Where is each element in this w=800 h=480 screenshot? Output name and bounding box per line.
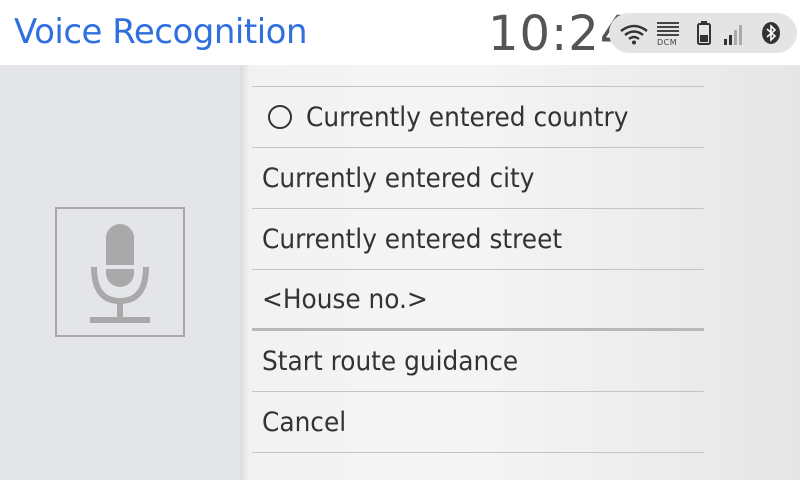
menu-item-label: <House no.>: [262, 283, 428, 315]
menu-item-label: Start route guidance: [262, 345, 519, 377]
battery-icon: [697, 21, 711, 45]
status-bar: DCM: [609, 13, 797, 53]
dcm-label: DCM: [657, 38, 678, 47]
menu-item-label: Cancel: [262, 406, 347, 438]
menu-item-city[interactable]: Currently entered city: [252, 148, 704, 209]
page-title: Voice Recognition: [14, 12, 308, 52]
menu-panel: Currently entered country Currently ente…: [240, 65, 800, 480]
menu-item-street[interactable]: Currently entered street: [252, 209, 704, 270]
menu-list: Currently entered country Currently ente…: [252, 86, 704, 453]
menu-item-cancel[interactable]: Cancel: [252, 392, 704, 453]
header-bar: Voice Recognition 10:24 DCM: [0, 0, 800, 65]
menu-item-label: Currently entered city: [262, 162, 535, 194]
voice-panel: [0, 65, 240, 480]
wifi-icon: [620, 24, 648, 45]
menu-item-house-no[interactable]: <House no.>: [252, 270, 704, 331]
microphone-button[interactable]: [55, 207, 185, 337]
menu-item-label: Currently entered country: [306, 101, 629, 133]
dcm-icon: [657, 22, 679, 36]
microphone-icon: [90, 224, 150, 323]
bluetooth-icon: [762, 22, 780, 44]
menu-item-start-route-guidance[interactable]: Start route guidance: [252, 331, 704, 392]
menu-item-label: Currently entered street: [262, 223, 563, 255]
radio-icon: [268, 105, 292, 129]
signal-bars-icon: [724, 25, 742, 45]
menu-item-country[interactable]: Currently entered country: [252, 87, 704, 148]
